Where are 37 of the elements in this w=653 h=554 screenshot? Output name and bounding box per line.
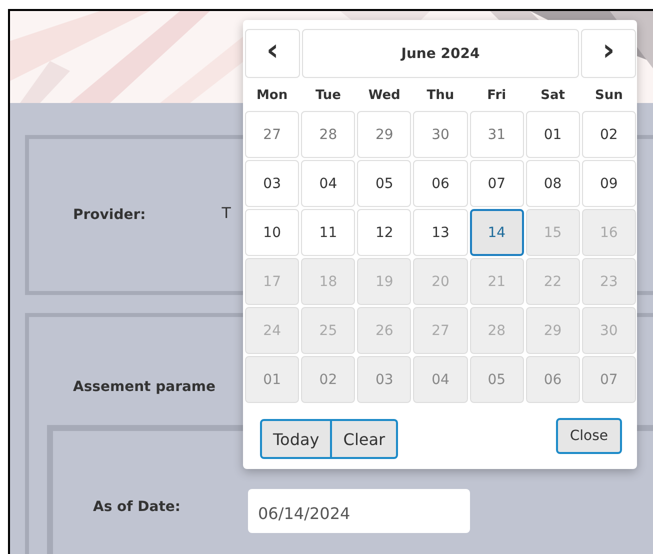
day-cell[interactable]: 14 [470, 209, 524, 256]
weekday-label: Wed [367, 87, 402, 105]
day-cell[interactable]: 01 [526, 111, 580, 158]
day-cell[interactable]: 11 [301, 209, 356, 256]
date-field[interactable]: 06/14/2024 [248, 489, 470, 533]
weekday-label: Tue [314, 87, 342, 105]
day-cell[interactable]: 06 [413, 160, 468, 207]
clear-button[interactable]: Clear [332, 419, 398, 459]
weekday-label: Mon [256, 87, 289, 105]
day-cell[interactable]: 08 [526, 160, 580, 207]
month-title-button[interactable]: June 2024 [302, 29, 579, 78]
previous-month-button[interactable]: ‹ [245, 29, 300, 78]
weekday-label: Sat [540, 87, 566, 105]
as-of-date-label: As of Date: [93, 499, 182, 515]
day-cell[interactable]: 29 [357, 111, 412, 158]
weekday-label: Thu [426, 87, 456, 105]
day-cell[interactable]: 10 [245, 209, 300, 256]
day-cell[interactable]: 02 [582, 111, 636, 158]
day-cell[interactable]: 07 [470, 160, 524, 207]
provider-label: Provider: [73, 207, 146, 223]
day-cell[interactable]: 05 [357, 160, 412, 207]
weekday-label: Sun [594, 87, 624, 105]
day-cell[interactable]: 30 [413, 111, 468, 158]
day-cell[interactable]: 03 [245, 160, 300, 207]
next-month-button[interactable]: › [581, 29, 636, 78]
day-cell[interactable]: 12 [357, 209, 412, 256]
day-cell[interactable]: 13 [413, 209, 468, 256]
day-cell[interactable]: 27 [245, 111, 300, 158]
day-cell[interactable]: 09 [582, 160, 636, 207]
day-cell[interactable]: 04 [301, 160, 356, 207]
day-cell[interactable]: 31 [470, 111, 524, 158]
close-button[interactable]: Close [556, 418, 622, 454]
today-button[interactable]: Today [260, 419, 332, 459]
section-label: Assement parame [73, 379, 216, 395]
weekday-label: Fri [486, 87, 508, 105]
day-cell[interactable]: 28 [301, 111, 356, 158]
provider-value: T [222, 204, 231, 222]
